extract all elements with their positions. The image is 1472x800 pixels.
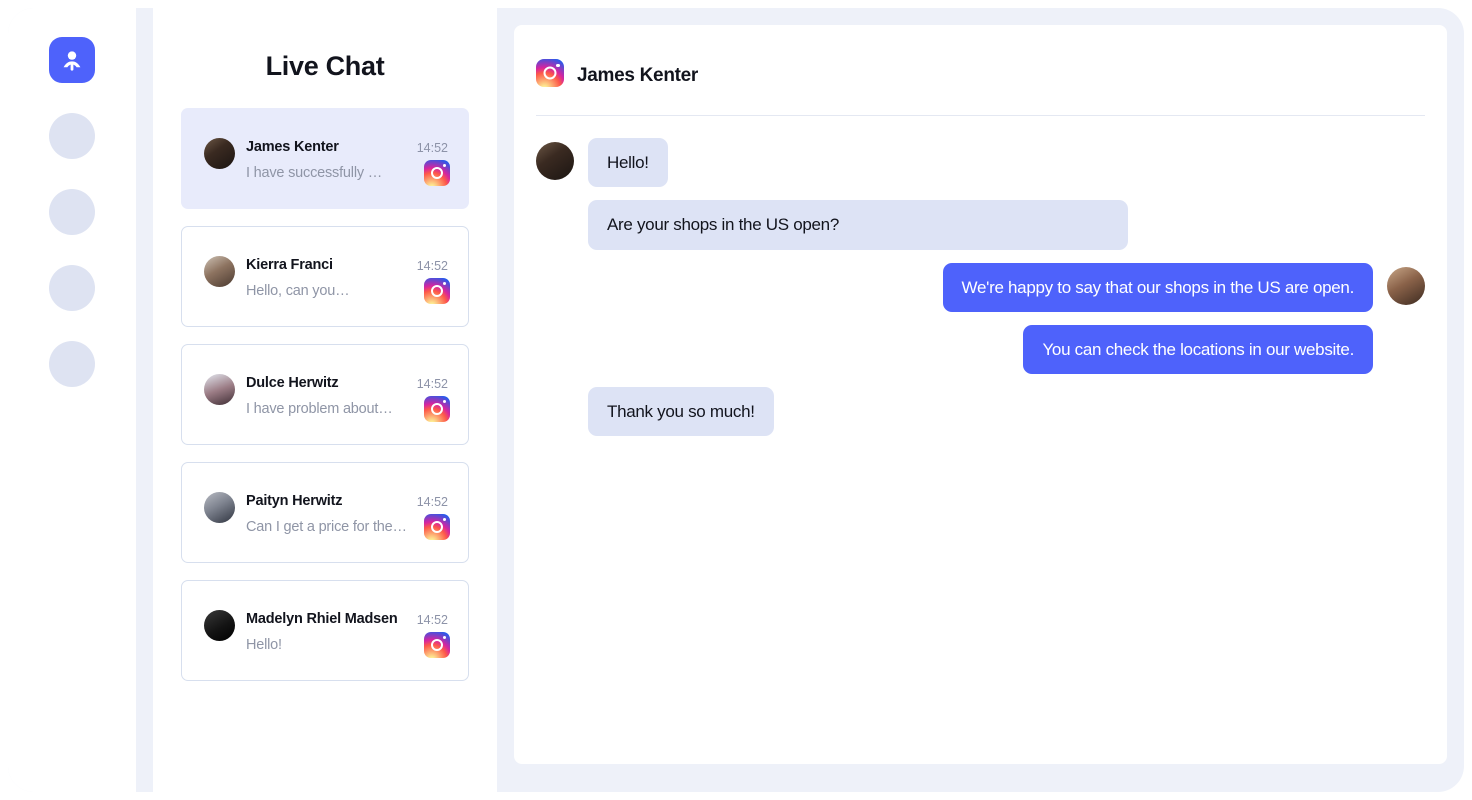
conversation-header: James Kenter: [536, 25, 1425, 92]
conversation-preview: Can I get a price for the…: [246, 519, 407, 535]
avatar: [204, 256, 235, 287]
message-row: You can check the locations in our websi…: [536, 325, 1425, 374]
conversation-preview: I have problem about…: [246, 401, 393, 417]
message-bubble-outgoing: You can check the locations in our websi…: [1023, 325, 1373, 374]
conversation-time: 14:52: [417, 141, 448, 155]
chat-list-title: Live Chat: [181, 51, 469, 82]
instagram-icon: [424, 514, 450, 545]
conversation-panel: James Kenter Hello! Are your shops in th…: [514, 25, 1447, 764]
message-row: Are your shops in the US open?: [536, 200, 1425, 249]
message-bubble-incoming: Hello!: [588, 138, 668, 187]
message-row: We're happy to say that our shops in the…: [536, 263, 1425, 312]
chat-list-panel: Live Chat James Kenter 14:52 I have succ…: [153, 8, 497, 792]
instagram-icon: [424, 396, 450, 427]
conversation-item-james-kenter[interactable]: James Kenter 14:52 I have successfully …: [181, 108, 469, 209]
rail-placeholder-icon-3[interactable]: [49, 265, 95, 311]
conversation-time: 14:52: [417, 495, 448, 509]
conversation-preview: I have successfully …: [246, 165, 382, 181]
app-window: Live Chat James Kenter 14:52 I have succ…: [8, 8, 1464, 792]
conversation-item-madelyn-rhiel-madsen[interactable]: Madelyn Rhiel Madsen 14:52 Hello!: [181, 580, 469, 681]
message-row: Hello!: [536, 138, 1425, 187]
avatar: [536, 142, 574, 180]
avatar: [204, 138, 235, 169]
instagram-icon: [536, 59, 564, 92]
conversation-time: 14:52: [417, 613, 448, 627]
avatar: [204, 374, 235, 405]
app-logo-icon[interactable]: [49, 37, 95, 83]
avatar: [204, 610, 235, 641]
message-bubble-incoming: Thank you so much!: [588, 387, 774, 436]
conversation-preview: Hello, can you…: [246, 283, 349, 299]
rail-placeholder-icon-4[interactable]: [49, 341, 95, 387]
conversation-item-paityn-herwitz[interactable]: Paityn Herwitz 14:52 Can I get a price f…: [181, 462, 469, 563]
avatar: [1387, 267, 1425, 305]
conversation-item-dulce-herwitz[interactable]: Dulce Herwitz 14:52 I have problem about…: [181, 344, 469, 445]
message-thread: Hello! Are your shops in the US open? We…: [536, 116, 1425, 436]
message-row: Thank you so much!: [536, 387, 1425, 436]
instagram-icon: [424, 632, 450, 663]
avatar: [204, 492, 235, 523]
rail-placeholder-icon-2[interactable]: [49, 189, 95, 235]
conversation-name: Paityn Herwitz: [246, 493, 342, 509]
message-bubble-incoming: Are your shops in the US open?: [588, 200, 1128, 249]
left-icon-rail: [8, 8, 136, 792]
conversation-time: 14:52: [417, 259, 448, 273]
rail-placeholder-icon-1[interactable]: [49, 113, 95, 159]
conversation-name: Dulce Herwitz: [246, 375, 338, 391]
conversation-name: Madelyn Rhiel Madsen: [246, 611, 398, 627]
conversation-contact-name: James Kenter: [577, 65, 698, 87]
conversation-name: Kierra Franci: [246, 257, 333, 273]
message-bubble-outgoing: We're happy to say that our shops in the…: [943, 263, 1373, 312]
conversation-preview: Hello!: [246, 637, 282, 653]
conversation-item-kierra-franci[interactable]: Kierra Franci 14:52 Hello, can you…: [181, 226, 469, 327]
conversation-time: 14:52: [417, 377, 448, 391]
conversation-name: James Kenter: [246, 139, 339, 155]
instagram-icon: [424, 278, 450, 309]
instagram-icon: [424, 160, 450, 191]
